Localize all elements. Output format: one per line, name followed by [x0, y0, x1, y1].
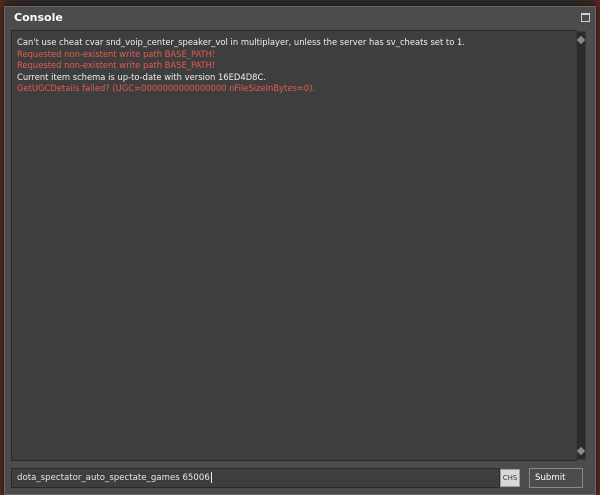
title-bar[interactable]: Console	[5, 7, 595, 29]
scroll-up-arrow-icon[interactable]	[576, 35, 586, 45]
console-log[interactable]: Can't use cheat cvar snd_voip_center_spe…	[11, 30, 577, 461]
window-title: Console	[14, 11, 63, 24]
scroll-down-arrow-icon[interactable]	[576, 446, 586, 456]
ime-indicator[interactable]: CHS	[500, 469, 520, 487]
submit-button[interactable]: Submit	[529, 468, 583, 488]
maximize-icon[interactable]	[581, 13, 590, 22]
command-input[interactable]: dota_spectator_auto_spectate_games 65006	[11, 468, 500, 488]
log-scrollbar[interactable]	[576, 31, 586, 460]
log-line: Requested non-existent write path BASE_P…	[17, 48, 216, 59]
text-caret	[210, 472, 212, 483]
command-input-text: dota_spectator_auto_spectate_games 65006	[17, 473, 210, 483]
log-line: GetUGCDetails failed? (UGC=0000000000000…	[17, 83, 316, 94]
log-lines: Can't use cheat cvar snd_voip_center_spe…	[17, 37, 572, 95]
log-line: Current item schema is up-to-date with v…	[17, 71, 266, 82]
log-line: Requested non-existent write path BASE_P…	[17, 60, 216, 71]
log-line: Can't use cheat cvar snd_voip_center_spe…	[17, 37, 465, 47]
